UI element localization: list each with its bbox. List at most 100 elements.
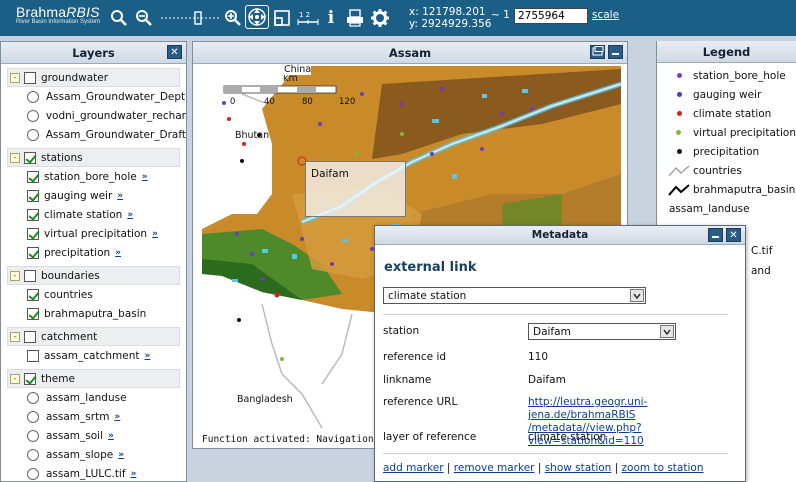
group-checkbox[interactable] [24,269,36,282]
metadata-minimize-button[interactable] [708,228,723,242]
layer-radio[interactable] [27,391,39,404]
layer-group-2[interactable]: - boundaries [7,266,180,285]
collapse-toggle-icon[interactable]: - [10,152,20,163]
collapse-toggle-icon[interactable]: - [10,373,20,384]
layer-select-value: climate station [388,290,467,302]
layer-item[interactable]: assam_catchment » [1,346,186,365]
layer-select[interactable]: climate station [383,287,646,304]
reference-url-line1[interactable]: http://leutra.geogr.uni-jena.de/brahmaRB… [528,396,647,421]
zoom-slider[interactable] [160,11,222,25]
remove-marker-link[interactable]: remove marker [454,462,535,474]
group-checkbox[interactable] [24,330,36,343]
layer-checkbox[interactable] [27,349,39,362]
settings-icon[interactable] [370,8,390,28]
zoom-in-icon[interactable] [110,8,128,28]
legend-dot-icon [667,149,691,154]
chevron-down-icon [660,325,674,338]
info-icon[interactable]: i [324,8,338,28]
station-popup[interactable]: Daifam [305,161,406,217]
legend-label: brahmaputra_basin [693,183,796,196]
station-select-value: Daifam [533,326,571,338]
layer-radio[interactable] [27,410,39,423]
show-station-link[interactable]: show station [545,462,612,474]
add-marker-link[interactable]: add marker [383,462,444,474]
layer-details-link[interactable]: » [142,172,148,182]
layer-group-0[interactable]: - groundwater [7,68,180,87]
layer-checkbox[interactable] [27,208,39,221]
layer-checkbox[interactable] [27,227,39,240]
legend-label: precipitation [693,145,760,158]
layer-radio[interactable] [27,109,39,122]
zoom-to-station-link[interactable]: zoom to station [622,462,704,474]
layer-checkbox[interactable] [27,189,39,202]
layer-details-link[interactable]: » [117,191,123,201]
layer-group-1[interactable]: - stations [7,148,180,167]
map-detach-button[interactable] [590,45,605,59]
layer-details-link[interactable]: » [114,412,120,422]
chevron-down-icon [630,289,644,302]
layer-item[interactable]: assam_landuse [1,388,186,407]
layer-radio[interactable] [27,448,39,461]
layer-item[interactable]: Assam_Groundwater_Dept [1,87,186,106]
layer-label: assam_srtm [46,410,110,423]
metadata-close-button[interactable]: ✕ [726,228,741,242]
print-icon[interactable] [345,8,365,28]
layer-item[interactable]: assam_srtm » [1,407,186,426]
layers-header: Layers ✕ [1,42,186,64]
layer-radio[interactable] [27,90,39,103]
zoom-box-icon[interactable] [224,8,242,28]
layer-details-link[interactable]: » [118,450,124,460]
layer-group-3[interactable]: - catchment [7,327,180,346]
layer-label: assam_landuse [46,391,127,404]
layer-item[interactable]: Assam_Groundwater_Draft [1,125,186,144]
layer-item[interactable]: countries [1,285,186,304]
layer-of-reference-label: layer of reference [383,431,477,443]
measure-icon[interactable]: 1 2 [297,8,319,28]
close-layers-button[interactable]: ✕ [167,45,182,59]
scale-link[interactable]: scale [592,9,619,21]
pan-icon[interactable] [245,5,269,29]
scale-prefix: ~ 1 : [491,9,517,21]
layer-item[interactable]: station_bore_hole » [1,167,186,186]
layer-details-link[interactable]: » [131,469,137,479]
map-minimize-button[interactable] [608,45,623,59]
zoom-out-icon[interactable] [135,8,153,28]
group-checkbox[interactable] [24,151,36,164]
layer-checkbox[interactable] [27,307,39,320]
collapse-toggle-icon[interactable]: - [10,331,20,342]
layer-checkbox[interactable] [27,288,39,301]
layer-item[interactable]: brahmaputra_basin [1,304,186,323]
layer-radio[interactable] [27,429,39,442]
collapse-toggle-icon[interactable]: - [10,72,20,83]
layer-radio[interactable] [27,467,39,480]
map-label-bhutan: Bhutan [235,130,270,141]
legend-label: gauging weir [693,88,762,101]
layer-details-link[interactable]: » [152,229,158,239]
layer-item[interactable]: assam_soil » [1,426,186,445]
countries-line-icon [667,165,691,177]
reference-id-value: 110 [528,351,549,363]
collapse-toggle-icon[interactable]: - [10,270,20,281]
group-label: groundwater [41,71,109,84]
layer-radio[interactable] [27,128,39,141]
layer-details-link[interactable]: » [145,351,151,361]
group-checkbox[interactable] [24,372,36,385]
layer-item[interactable]: virtual precipitation » [1,224,186,243]
layer-item[interactable]: gauging weir » [1,186,186,205]
zoom-extent-icon[interactable] [273,8,291,28]
scale-input[interactable] [514,8,588,24]
layer-group-4[interactable]: - theme [7,369,180,388]
station-select[interactable]: Daifam [528,323,676,340]
layer-details-link[interactable]: » [108,431,114,441]
layer-label: vodni_groundwater_rechar [45,109,186,122]
group-checkbox[interactable] [24,71,36,84]
layer-item[interactable]: precipitation » [1,243,186,262]
layer-checkbox[interactable] [27,246,39,259]
layer-checkbox[interactable] [27,170,39,183]
layer-item[interactable]: vodni_groundwater_rechar [1,106,186,125]
layer-item[interactable]: climate station » [1,205,186,224]
layer-details-link[interactable]: » [127,210,133,220]
layer-item[interactable]: assam_LULC.tif » [1,464,186,481]
layer-details-link[interactable]: » [115,248,121,258]
layer-item[interactable]: assam_slope » [1,445,186,464]
